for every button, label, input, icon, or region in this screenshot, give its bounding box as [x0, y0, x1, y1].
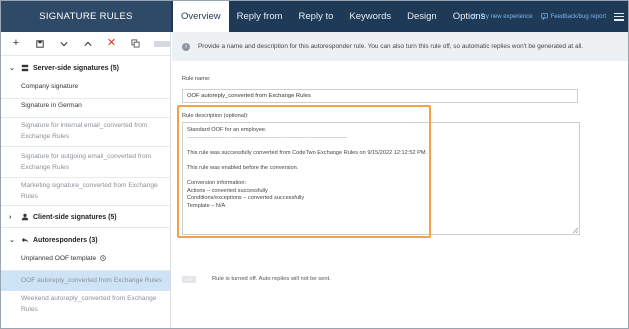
list-item[interactable]: Signature in German [1, 100, 170, 111]
tab-design[interactable]: Design [399, 1, 445, 32]
list-item-selected[interactable]: OOF autoreply_converted from Exchange Ru… [1, 271, 170, 291]
group-autoresponders[interactable]: ⌄ Autoresponders (3) [1, 231, 171, 249]
menu-icon[interactable] [614, 12, 624, 21]
info-text: Provide a name and description for this … [198, 43, 584, 50]
info-icon: i [182, 42, 190, 51]
duplicate-icon[interactable] [130, 39, 140, 49]
description-line: Conditions/exceptions – converted succes… [187, 195, 305, 202]
divider [1, 117, 170, 118]
add-icon[interactable]: + [11, 38, 21, 49]
rule-description-label: Rule description (optional): [182, 113, 249, 119]
delete-icon[interactable]: ✕ [107, 38, 117, 49]
divider [1, 98, 170, 99]
feedback-link[interactable]: Feedback/bug report [540, 13, 606, 20]
feedback-label: Feedback/bug report [550, 13, 606, 20]
move-down-icon[interactable] [59, 39, 69, 49]
sidebar: + ✕ ⌄ Server-side signatures (5) Company… [1, 32, 171, 328]
tab-reply-to[interactable]: Reply to [291, 1, 342, 32]
chevron-down-icon: ⌄ [9, 237, 15, 244]
rule-name-input[interactable]: OOF autoreply_converted from Exchange Ru… [182, 89, 578, 103]
group-server-side[interactable]: ⌄ Server-side signatures (5) [1, 59, 171, 77]
rule-name-value: OOF autoreply_converted from Exchange Ru… [187, 93, 311, 99]
feedback-icon [540, 13, 548, 20]
app-window: SIGNATURE RULES Overview Reply from Repl… [0, 0, 629, 329]
group-label: Client-side signatures (5) [33, 213, 117, 221]
group-label: Server-side signatures (5) [33, 64, 119, 72]
description-line: Standard OOF for an employee. [187, 127, 267, 133]
server-icon [21, 64, 29, 72]
rule-name-label: Rule name: [182, 76, 211, 82]
list-item[interactable]: Signature for outgoing email_converted f… [1, 151, 170, 173]
top-bar: SIGNATURE RULES Overview Reply from Repl… [1, 1, 628, 32]
divider [1, 227, 170, 228]
tab-bar: Overview Reply from Reply to Keywords De… [173, 1, 493, 32]
move-up-icon[interactable] [83, 39, 93, 49]
list-item[interactable]: Weekend autoreply_converted from Exchang… [1, 293, 170, 315]
try-new-experience-label: Try new experience [480, 13, 533, 20]
divider [1, 146, 170, 147]
try-new-experience-link[interactable]: Try new experience [470, 13, 533, 20]
description-line: Actions – converted successfully [187, 187, 268, 194]
swap-icon [470, 13, 478, 20]
switch-label: Rule is turned off. Auto replies will no… [212, 276, 331, 282]
divider [1, 205, 170, 206]
list-item[interactable]: Marketing signature_converted from Excha… [1, 180, 170, 202]
chevron-down-icon: ⌄ [9, 65, 15, 72]
list-item[interactable]: Unplanned OOF template [1, 253, 170, 264]
info-banner: i Provide a name and description for thi… [172, 32, 628, 61]
description-line [187, 157, 575, 165]
description-line: ----------------------------------------… [187, 134, 347, 141]
tab-keywords[interactable]: Keywords [341, 1, 399, 32]
list-item[interactable]: Signature for internal email_converted f… [1, 120, 170, 142]
main-content: i Provide a name and description for thi… [172, 32, 628, 328]
reply-icon [21, 237, 29, 243]
rule-enabled-switch[interactable]: OFF [182, 276, 196, 283]
app-title: SIGNATURE RULES [1, 1, 171, 32]
group-client-side[interactable]: › Client-side signatures (5) [1, 208, 171, 226]
tab-overview[interactable]: Overview [173, 1, 229, 32]
description-line: Template – N/A [187, 202, 226, 209]
list-item[interactable]: Company signature [1, 81, 170, 92]
rule-description-textarea[interactable]: Standard OOF for an employee. ----------… [182, 122, 580, 235]
description-line [187, 173, 575, 181]
clock-icon [100, 255, 106, 261]
group-label: Autoresponders (3) [33, 236, 98, 244]
description-line [187, 142, 575, 150]
divider [1, 177, 170, 178]
description-line: This rule was successfully converted fro… [187, 149, 428, 156]
description-line: Conversion information: [187, 180, 247, 187]
chevron-right-icon: › [9, 213, 12, 221]
tab-reply-from[interactable]: Reply from [229, 1, 291, 32]
user-icon [21, 213, 29, 221]
resize-grip-icon[interactable] [572, 227, 578, 233]
description-line: This rule was enabled before the convers… [187, 164, 299, 171]
rule-toggle[interactable] [154, 40, 171, 47]
sidebar-toolbar: + ✕ [1, 32, 171, 56]
top-right-links: Try new experience Feedback/bug report [470, 1, 624, 32]
switch-state: OFF [185, 277, 193, 282]
save-icon[interactable] [35, 39, 45, 49]
